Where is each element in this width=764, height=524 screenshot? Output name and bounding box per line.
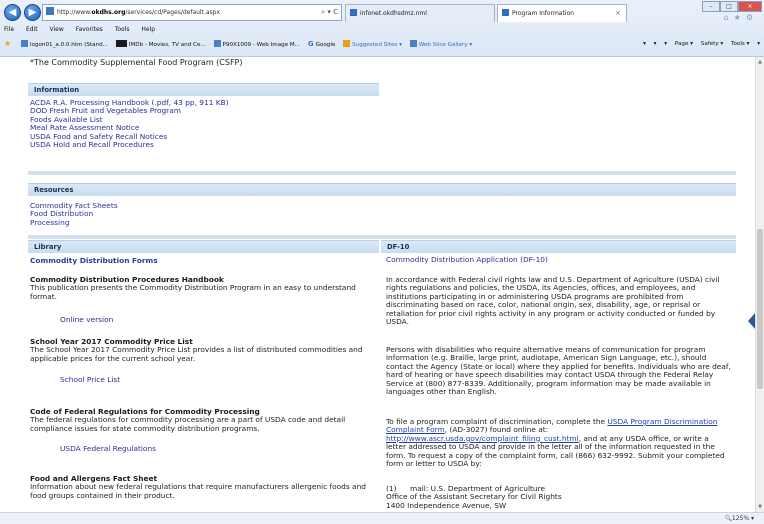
favorite-label: Google xyxy=(315,42,336,48)
page-favicon-icon xyxy=(46,7,54,15)
browser-chrome: ◀ ▶ http://www.okdhs.org/services/cd/Pag… xyxy=(0,0,764,57)
section-divider xyxy=(28,235,736,239)
tools-menu[interactable]: Tools ▾ xyxy=(731,41,749,47)
page-menu[interactable]: Page ▾ xyxy=(675,41,693,47)
civil-rights-paragraph: In accordance with Federal civil rights … xyxy=(386,275,720,327)
favorite-label: Web Slice Gallery ▾ xyxy=(418,42,473,48)
tab-program-information[interactable]: Program Information × xyxy=(497,4,627,22)
mail-dropdown[interactable]: ▾ xyxy=(664,41,667,47)
link-df10-application[interactable]: Commodity Distribution Application (DF-1… xyxy=(386,255,548,264)
resources-links: Commodity Fact Sheets Food Distribution … xyxy=(30,201,118,227)
help-dropdown[interactable]: ▾ xyxy=(757,41,760,47)
link-school-price-list[interactable]: School Price List xyxy=(60,375,120,384)
tab-favicon-icon xyxy=(502,9,509,16)
maximize-button[interactable]: □ xyxy=(720,1,738,12)
link-commodity-distribution-forms[interactable]: Commodity Distribution Forms xyxy=(30,256,158,265)
favorite-label: Suggested Sites ▾ xyxy=(352,42,402,48)
page-viewport: *The Commodity Supplemental Food Program… xyxy=(0,57,755,512)
status-bar: 🔍125% ▾ xyxy=(0,512,764,524)
page-icon xyxy=(213,40,221,47)
favorites-star-item[interactable]: ★ xyxy=(4,39,13,48)
feeds-dropdown[interactable]: ▾ xyxy=(654,41,657,47)
scroll-up-icon[interactable]: ▲ xyxy=(756,59,764,65)
scroll-thumb[interactable] xyxy=(757,229,763,389)
forward-button[interactable]: ▶ xyxy=(24,4,41,21)
google-icon: G xyxy=(307,40,314,48)
tab-favicon-icon xyxy=(350,9,357,16)
url-domain: okdhs.org xyxy=(91,9,126,16)
scroll-down-icon[interactable]: ▼ xyxy=(756,504,764,510)
url-path: /services/cd/Pages/default.aspx xyxy=(125,9,221,16)
page-icon xyxy=(409,40,417,47)
mail-address-block: (1) mail: U.S. Department of Agriculture … xyxy=(386,484,731,510)
link-usda-hold-recall[interactable]: USDA Hold and Recall Procedures xyxy=(30,140,370,149)
minimize-button[interactable]: – xyxy=(702,1,720,12)
favorite-label: logon01_a.0.0.htm (Stand... xyxy=(29,42,108,48)
suggested-sites-icon xyxy=(343,40,351,47)
favorite-suggested-sites[interactable]: Suggested Sites ▾ xyxy=(343,40,402,48)
home-dropdown[interactable]: ▾ xyxy=(643,41,646,47)
library-item-body: Information about new federal regulation… xyxy=(30,482,366,500)
imdb-icon xyxy=(115,40,127,47)
section-divider xyxy=(28,171,736,175)
menu-tools[interactable]: Tools xyxy=(115,26,130,33)
window-close-button[interactable]: × xyxy=(738,1,762,12)
library-item-body: The federal regulations for commodity pr… xyxy=(30,415,346,433)
home-favorites-settings-icons[interactable]: ⌂★⚙ xyxy=(724,13,758,22)
link-usda-federal-regulations[interactable]: USDA Federal Regulations xyxy=(60,444,156,453)
library-item-body: This publication presents the Commodity … xyxy=(30,283,356,301)
address-bar[interactable]: http://www.okdhs.org/services/cd/Pages/d… xyxy=(42,4,342,21)
safety-menu[interactable]: Safety ▾ xyxy=(701,41,723,47)
information-links: ACDA R.A. Processing Handbook (.pdf, 43 … xyxy=(30,98,370,149)
window-controls: – □ × xyxy=(702,1,762,12)
favorite-google[interactable]: G Google xyxy=(308,40,336,48)
csfp-line: *The Commodity Supplemental Food Program… xyxy=(30,58,243,67)
link-processing[interactable]: Processing xyxy=(30,218,118,227)
favorites-star-icon: ★ xyxy=(4,39,12,48)
library-item: Code of Federal Regulations for Commodit… xyxy=(30,407,375,453)
disabilities-paragraph: Persons with disabilities who require al… xyxy=(386,345,731,397)
menu-help[interactable]: Help xyxy=(141,26,155,33)
library-item: Commodity Distribution Procedures Handbo… xyxy=(30,275,375,324)
information-header: Information xyxy=(28,83,379,96)
mail-line-text: 1400 Independence Avenue, SW xyxy=(386,500,507,510)
favorite-p90x[interactable]: P90X1009 - Web Image M... xyxy=(213,40,301,48)
menu-file[interactable]: File xyxy=(4,26,14,33)
navigation-row: ◀ ▶ http://www.okdhs.org/services/cd/Pag… xyxy=(0,0,764,23)
library-item: School Year 2017 Commodity Price List Th… xyxy=(30,337,375,384)
command-bar: ▾ ▾ ▾ Page ▾ Safety ▾ Tools ▾ ▾ xyxy=(637,36,760,52)
side-panel-arrow-icon[interactable] xyxy=(748,312,755,330)
library-item: Food and Allergens Fact Sheet Informatio… xyxy=(30,474,375,500)
zoom-level[interactable]: 🔍125% ▾ xyxy=(724,513,754,524)
favorite-web-slice-gallery[interactable]: Web Slice Gallery ▾ xyxy=(409,40,473,48)
address-search-refresh-icon[interactable]: ⌕ ▾ C xyxy=(321,5,338,20)
tab-label: Program Information xyxy=(512,10,574,17)
favorite-label: P90X1009 - Web Image M... xyxy=(222,42,301,48)
resources-header: Resources xyxy=(28,183,736,196)
tab-label: infonet.okdhsdmz.nml xyxy=(360,10,427,17)
menu-edit[interactable]: Edit xyxy=(26,26,38,33)
back-button[interactable]: ◀ xyxy=(4,4,21,21)
df10-header: DF-10 xyxy=(381,240,736,253)
menu-view[interactable]: View xyxy=(50,26,64,33)
page-icon xyxy=(20,40,28,47)
menu-bar: File Edit View Favorites Tools Help xyxy=(0,23,764,36)
favorite-imdb[interactable]: IMDb - Movies, TV and Ce... xyxy=(115,40,206,48)
library-item-body: The School Year 2017 Commodity Price Lis… xyxy=(30,345,363,363)
favorite-label: IMDb - Movies, TV and Ce... xyxy=(128,42,206,48)
menu-favorites[interactable]: Favorites xyxy=(76,26,103,33)
link-online-version[interactable]: Online version xyxy=(60,315,113,324)
url-prefix: http://www. xyxy=(57,9,92,16)
complaint-paragraph: To file a program complaint of discrimin… xyxy=(386,417,731,468)
favorites-bar: ★ logon01_a.0.0.htm (Stand... IMDb - Mov… xyxy=(0,36,764,52)
vertical-scrollbar[interactable]: ▲ ▼ xyxy=(755,57,764,512)
favorite-logon[interactable]: logon01_a.0.0.htm (Stand... xyxy=(20,40,108,48)
tab-close-icon[interactable]: × xyxy=(615,5,621,22)
tab-infonet[interactable]: infonet.okdhsdmz.nml xyxy=(345,4,495,22)
library-header: Library xyxy=(28,240,379,253)
